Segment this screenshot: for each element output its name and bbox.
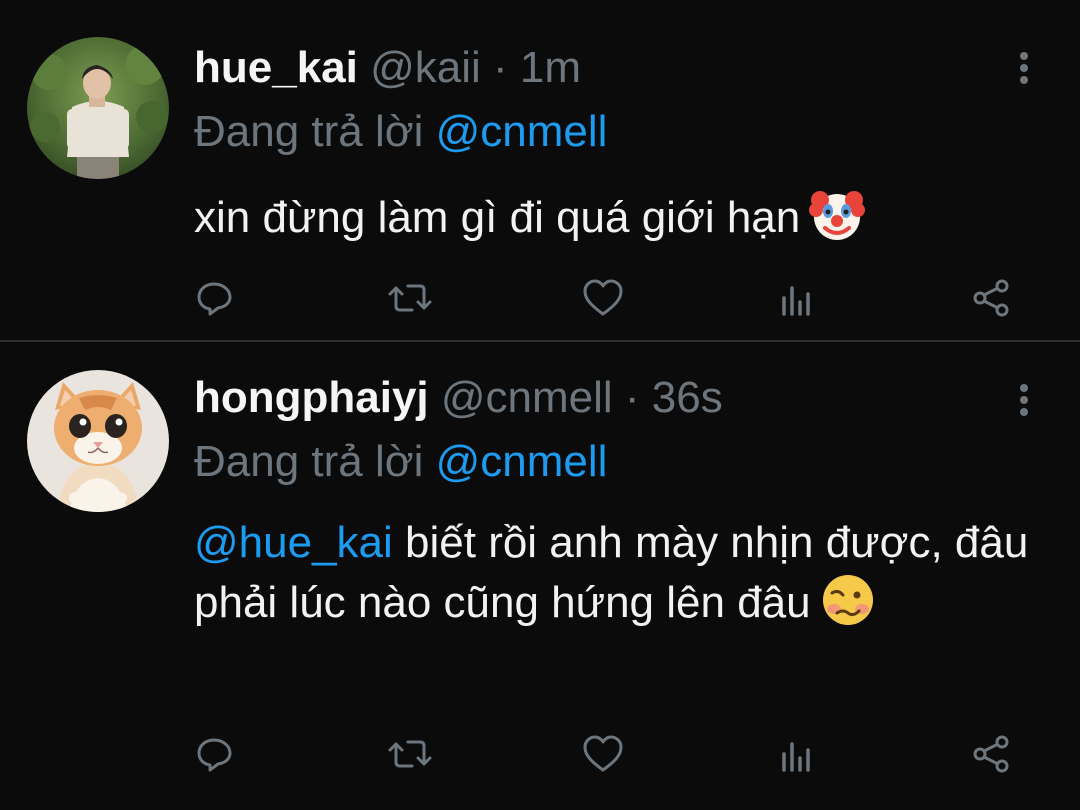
tweet[interactable]: hue_kai @kaii · 1m Đang trả lời @cnmell … bbox=[0, 0, 1080, 340]
like-icon[interactable] bbox=[579, 730, 627, 778]
retweet-icon[interactable] bbox=[386, 274, 434, 322]
replying-to: Đang trả lời @cnmell bbox=[194, 104, 607, 160]
tweet-text: @hue_kai biết rồi anh mày nhịn được, đâu… bbox=[194, 514, 1034, 631]
tweet[interactable]: hongphaiyj @cnmell · 36s Đang trả lời @c… bbox=[0, 342, 1080, 810]
tweet-header: hue_kai @kaii · 1m bbox=[194, 38, 581, 98]
reply-to-mention[interactable]: @cnmell bbox=[436, 437, 608, 486]
tweet-header: hongphaiyj @cnmell · 36s bbox=[194, 368, 723, 428]
more-vertical-icon[interactable] bbox=[1014, 380, 1034, 420]
tweet-text: xin đừng làm gì đi quá giới hạn bbox=[194, 186, 1034, 246]
more-vertical-icon[interactable] bbox=[1014, 48, 1034, 88]
reply-label: Đang trả lời bbox=[194, 107, 424, 156]
avatar[interactable] bbox=[27, 370, 169, 512]
share-icon[interactable] bbox=[968, 730, 1016, 778]
reply-to-mention[interactable]: @cnmell bbox=[436, 107, 608, 156]
handle-and-time: @cnmell · 36s bbox=[440, 373, 723, 422]
reply-icon[interactable] bbox=[190, 730, 238, 778]
avatar-person-image bbox=[27, 37, 169, 179]
like-icon[interactable] bbox=[579, 274, 627, 322]
retweet-icon[interactable] bbox=[386, 730, 434, 778]
tweet-feed: hue_kai @kaii · 1m Đang trả lời @cnmell … bbox=[0, 0, 1080, 810]
stats-icon[interactable] bbox=[774, 274, 822, 322]
tweet-actions bbox=[0, 274, 1080, 322]
clown-face-icon bbox=[808, 186, 866, 244]
display-name[interactable]: hue_kai bbox=[194, 43, 358, 92]
display-name[interactable]: hongphaiyj bbox=[194, 373, 429, 422]
woozy-face-icon bbox=[819, 571, 877, 629]
share-icon[interactable] bbox=[968, 274, 1016, 322]
tweet-mention[interactable]: @hue_kai bbox=[194, 518, 393, 567]
reply-label: Đang trả lời bbox=[194, 437, 424, 486]
tweet-actions bbox=[0, 730, 1080, 778]
reply-icon[interactable] bbox=[190, 274, 238, 322]
tweet-text-content: xin đừng làm gì đi quá giới hạn bbox=[194, 193, 801, 242]
stats-icon[interactable] bbox=[774, 730, 822, 778]
avatar-kitten-image bbox=[27, 370, 169, 512]
handle-and-time: @kaii · 1m bbox=[370, 43, 582, 92]
avatar[interactable] bbox=[27, 37, 169, 179]
replying-to: Đang trả lời @cnmell bbox=[194, 434, 607, 490]
